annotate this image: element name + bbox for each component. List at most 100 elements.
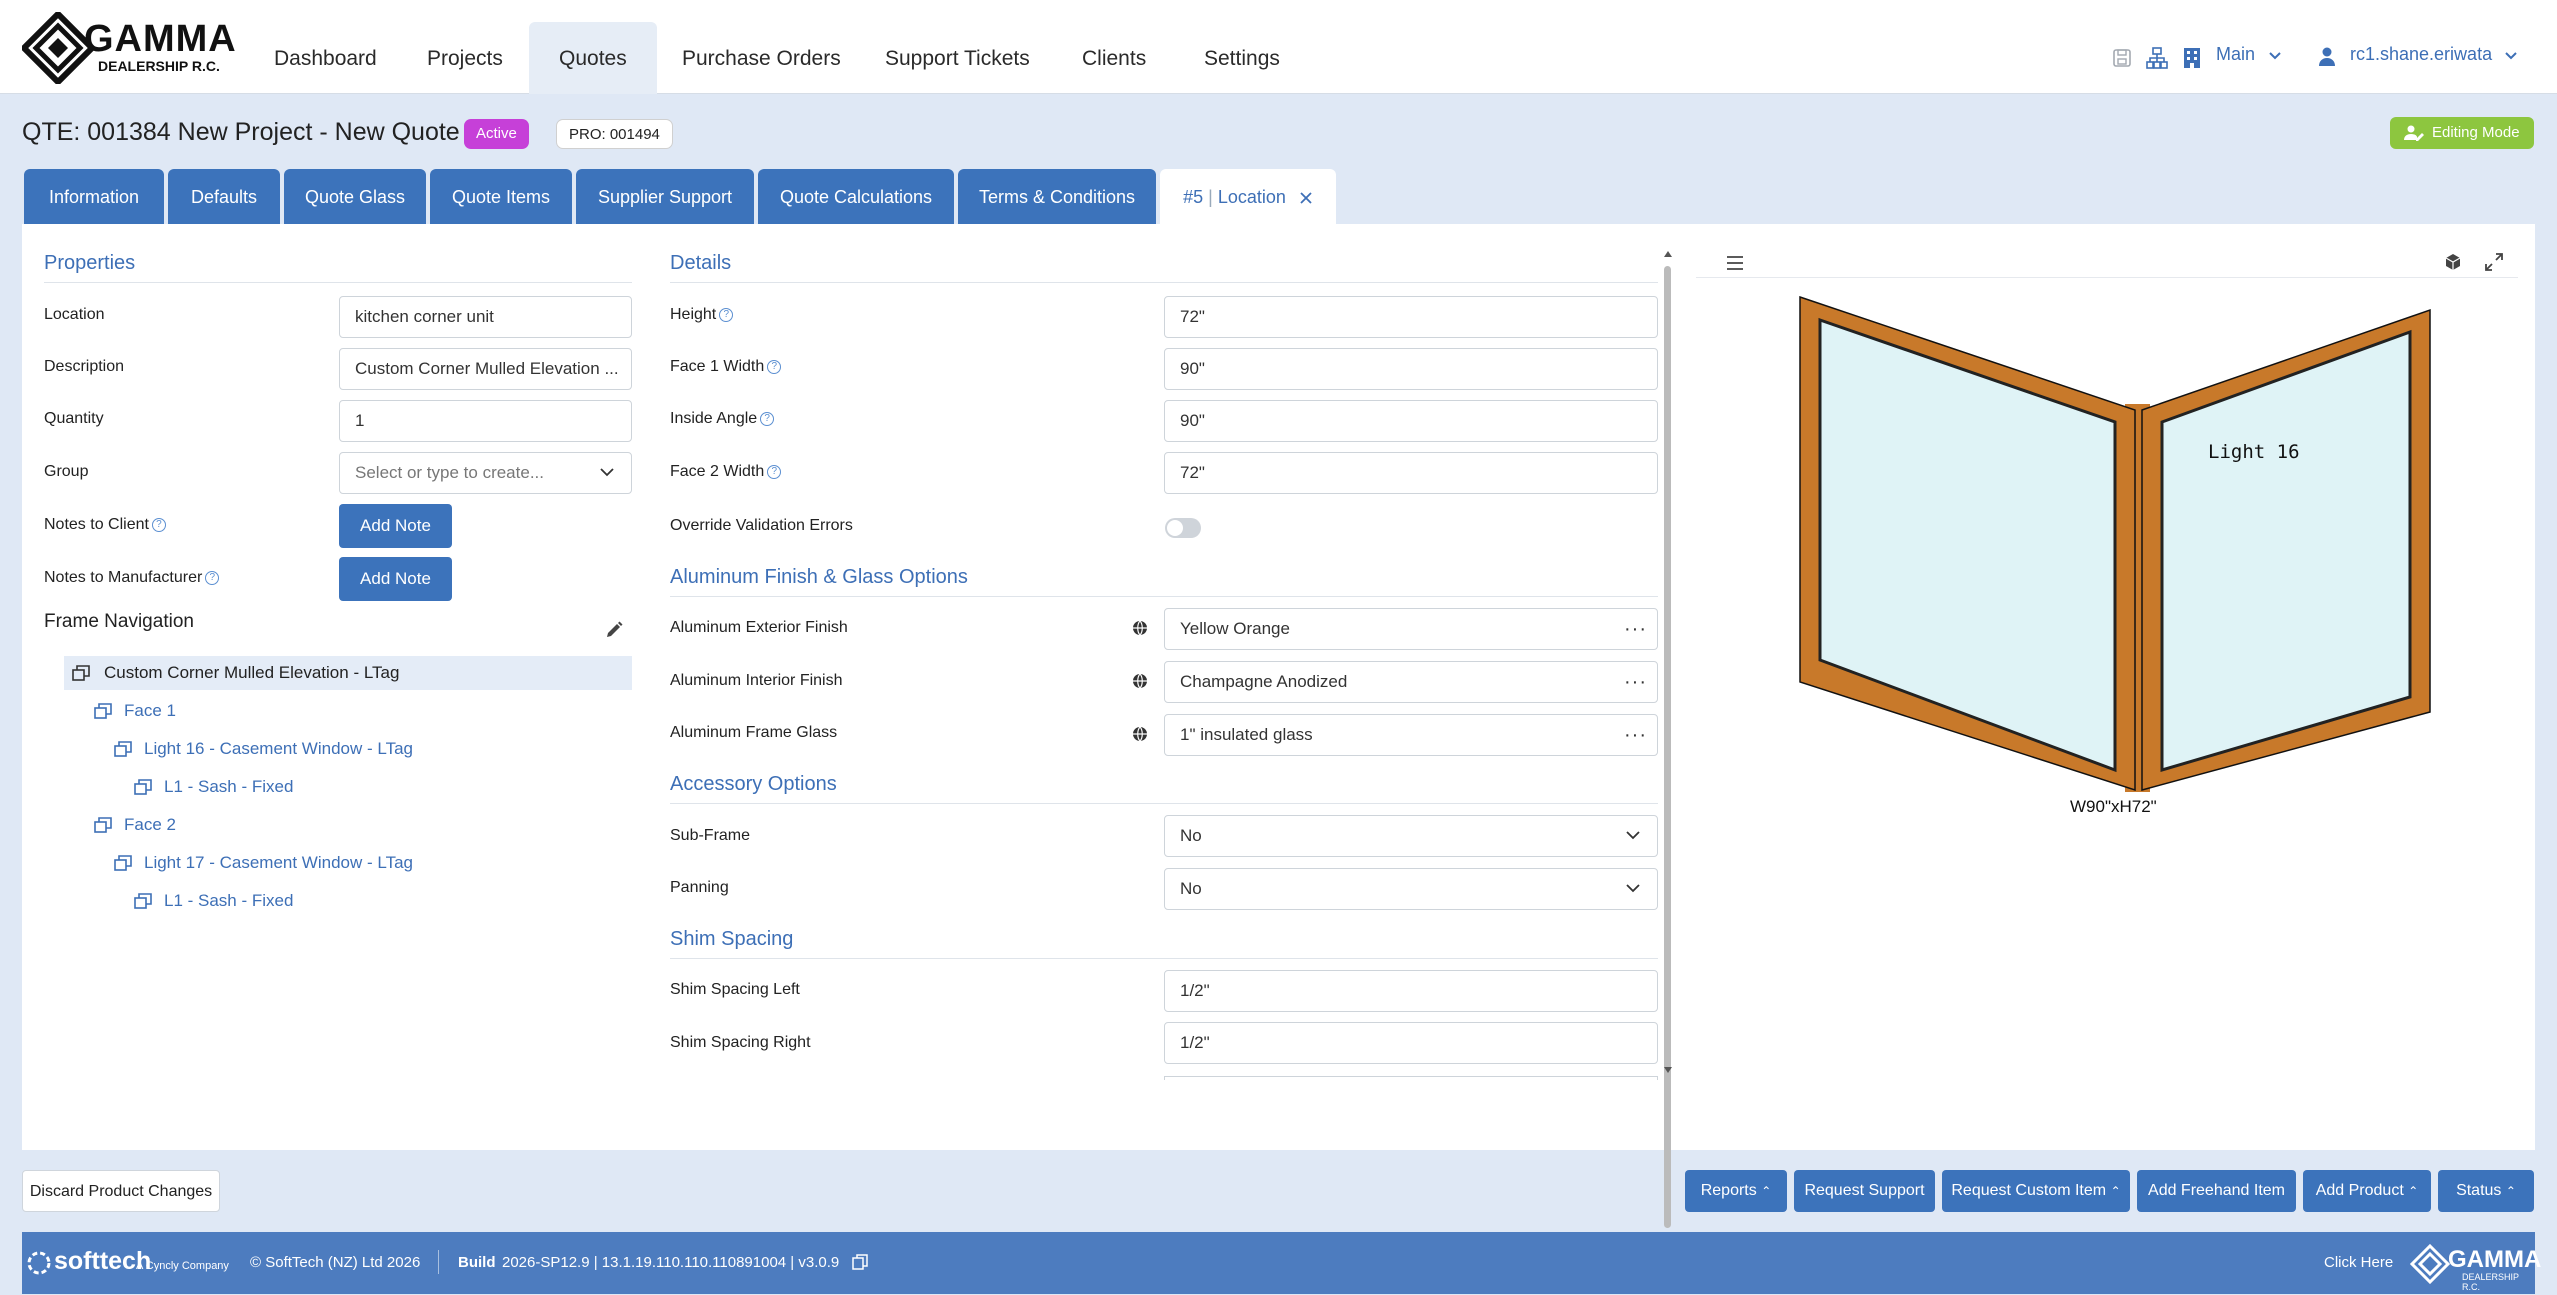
- tab-quote-items[interactable]: Quote Items: [430, 169, 572, 224]
- pencil-icon[interactable]: [604, 620, 624, 640]
- location-input[interactable]: kitchen corner unit: [339, 296, 632, 338]
- notes-client-label: Notes to Client?: [44, 516, 166, 534]
- project-badge[interactable]: PRO: 001494: [556, 119, 673, 149]
- scroll-up-icon[interactable]: [1663, 250, 1673, 258]
- branch-selector[interactable]: Main: [2216, 44, 2255, 65]
- status-button[interactable]: Status ⌃: [2438, 1170, 2534, 1212]
- tree-item-light-16[interactable]: Light 16 - Casement Window - LTag: [114, 734, 413, 764]
- help-icon[interactable]: ?: [151, 518, 166, 532]
- cube-icon[interactable]: [2444, 253, 2462, 271]
- tab-quote-calculations[interactable]: Quote Calculations: [758, 169, 954, 224]
- light-label: Light 16: [2208, 441, 2300, 463]
- expand-icon[interactable]: [2485, 253, 2503, 271]
- tab-location[interactable]: #5 | Location: [1160, 169, 1336, 224]
- copy-icon[interactable]: [852, 1254, 868, 1270]
- more-icon[interactable]: ···: [1624, 715, 1647, 755]
- add-note-client-button[interactable]: Add Note: [339, 504, 452, 548]
- request-support-button[interactable]: Request Support: [1794, 1170, 1935, 1212]
- tab-defaults[interactable]: Defaults: [168, 169, 280, 224]
- editing-mode-button[interactable]: Editing Mode: [2390, 117, 2534, 149]
- panning-select[interactable]: No: [1164, 868, 1658, 910]
- help-icon[interactable]: ?: [760, 412, 775, 426]
- globe-icon[interactable]: [1132, 726, 1148, 742]
- face2-width-text: Face 2 Width: [670, 463, 765, 480]
- more-icon[interactable]: ···: [1624, 662, 1647, 702]
- help-icon[interactable]: ?: [719, 308, 734, 322]
- nav-dashboard[interactable]: Dashboard: [264, 22, 387, 94]
- help-icon[interactable]: ?: [767, 360, 782, 374]
- globe-icon[interactable]: [1132, 620, 1148, 636]
- divider: [670, 596, 1658, 597]
- exterior-finish-value: Yellow Orange: [1180, 619, 1290, 638]
- add-freehand-item-button[interactable]: Add Freehand Item: [2137, 1170, 2296, 1212]
- discard-changes-button[interactable]: Discard Product Changes: [22, 1170, 220, 1212]
- nav-clients[interactable]: Clients: [1072, 22, 1156, 94]
- reports-button[interactable]: Reports ⌃: [1685, 1170, 1787, 1212]
- tree-item-light-17[interactable]: Light 17 - Casement Window - LTag: [114, 848, 413, 878]
- tree-item-face-2[interactable]: Face 2: [94, 810, 176, 840]
- frame-glass-label: Aluminum Frame Glass: [670, 724, 838, 741]
- add-note-manufacturer-button[interactable]: Add Note: [339, 557, 452, 601]
- group-select[interactable]: Select or type to create...: [339, 452, 632, 494]
- tab-supplier-support[interactable]: Supplier Support: [576, 169, 754, 224]
- user-menu[interactable]: rc1.shane.eriwata: [2350, 44, 2492, 65]
- quantity-input[interactable]: 1: [339, 400, 632, 442]
- nav-quotes[interactable]: Quotes: [529, 22, 657, 94]
- menu-icon[interactable]: [1726, 256, 1744, 270]
- tree-item-sash-2[interactable]: L1 - Sash - Fixed: [134, 886, 293, 916]
- quantity-label: Quantity: [44, 410, 104, 427]
- chevron-down-icon[interactable]: [2504, 51, 2518, 61]
- tab-location-number: #5: [1183, 187, 1204, 207]
- tree-item-elevation[interactable]: Custom Corner Mulled Elevation - LTag: [72, 658, 399, 688]
- nav-purchase-orders[interactable]: Purchase Orders: [672, 22, 851, 94]
- copy-icon: [72, 665, 90, 681]
- chevron-up-icon: ⌃: [2110, 1184, 2121, 1198]
- notes-manufacturer-text: Notes to Manufacturer: [44, 569, 203, 586]
- close-icon[interactable]: [1299, 191, 1313, 205]
- notes-manufacturer-label: Notes to Manufacturer?: [44, 569, 220, 587]
- tree-item-sash-1[interactable]: L1 - Sash - Fixed: [134, 772, 293, 802]
- subframe-select[interactable]: No: [1164, 815, 1658, 857]
- help-icon[interactable]: ?: [767, 465, 782, 479]
- nav-projects[interactable]: Projects: [417, 22, 513, 94]
- nav-support-tickets[interactable]: Support Tickets: [875, 22, 1040, 94]
- group-placeholder: Select or type to create...: [355, 463, 544, 482]
- override-validation-label: Override Validation Errors: [670, 517, 853, 534]
- accessory-title: Accessory Options: [670, 773, 837, 795]
- override-validation-toggle[interactable]: [1165, 518, 1201, 538]
- shim-left-input[interactable]: 1/2": [1164, 970, 1658, 1012]
- scroll-down-icon[interactable]: [1663, 1066, 1673, 1074]
- shim-right-input[interactable]: 1/2": [1164, 1022, 1658, 1064]
- globe-icon[interactable]: [1132, 673, 1148, 689]
- subframe-value: No: [1180, 826, 1202, 845]
- height-input[interactable]: 72": [1164, 296, 1658, 338]
- frame-glass-input[interactable]: 1" insulated glass ···: [1164, 714, 1658, 756]
- exterior-finish-input[interactable]: Yellow Orange ···: [1164, 608, 1658, 650]
- save-icon[interactable]: [2112, 48, 2132, 68]
- face1-width-input[interactable]: 90": [1164, 348, 1658, 390]
- tab-location-label: Location: [1217, 187, 1286, 207]
- chevron-down-icon[interactable]: [2268, 51, 2282, 61]
- tab-quote-glass[interactable]: Quote Glass: [284, 169, 426, 224]
- scrollbar-thumb[interactable]: [1664, 266, 1671, 1228]
- details-scrollbar[interactable]: [1662, 250, 1674, 1228]
- window-preview[interactable]: Light 16: [1790, 292, 2440, 812]
- inside-angle-input[interactable]: 90": [1164, 400, 1658, 442]
- quote-title: QTE: 001384 New Project - New Quote: [22, 118, 460, 146]
- brand-subtitle: DEALERSHIP R.C.: [98, 58, 220, 74]
- request-custom-item-button[interactable]: Request Custom Item ⌃: [1942, 1170, 2130, 1212]
- face2-width-input[interactable]: 72": [1164, 452, 1658, 494]
- gamma-logo[interactable]: GAMMA DEALERSHIP R.C.: [22, 12, 236, 84]
- tab-terms-conditions[interactable]: Terms & Conditions: [958, 169, 1156, 224]
- tree-item-face-1[interactable]: Face 1: [94, 696, 176, 726]
- nav-settings[interactable]: Settings: [1194, 22, 1290, 94]
- interior-finish-input[interactable]: Champagne Anodized ···: [1164, 661, 1658, 703]
- more-icon[interactable]: ···: [1624, 609, 1647, 649]
- click-here-link[interactable]: Click Here: [2324, 1254, 2393, 1271]
- help-icon[interactable]: ?: [205, 571, 220, 585]
- description-input[interactable]: Custom Corner Mulled Elevation ...: [339, 348, 632, 390]
- sitemap-icon[interactable]: [2146, 47, 2168, 69]
- chevron-up-icon: ⌃: [1761, 1184, 1772, 1198]
- tab-information[interactable]: Information: [24, 169, 164, 224]
- add-product-button[interactable]: Add Product ⌃: [2303, 1170, 2431, 1212]
